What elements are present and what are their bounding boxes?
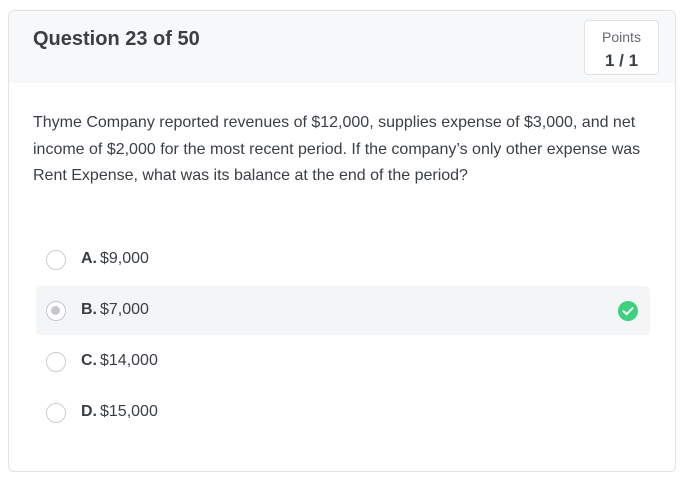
option-value: $14,000 bbox=[100, 352, 158, 369]
question-text: Thyme Company reported revenues of $12,0… bbox=[33, 114, 641, 185]
points-label: Points bbox=[602, 29, 641, 45]
answer-options: A. $9,000 B. $7,000 C. $14,000 D. $15,00… bbox=[36, 235, 650, 439]
option-value: $7,000 bbox=[100, 301, 149, 318]
option-letter: D. bbox=[81, 403, 97, 420]
option-value: $9,000 bbox=[100, 250, 149, 267]
option-value: $15,000 bbox=[100, 403, 158, 420]
option-letter: C. bbox=[81, 352, 97, 369]
option-letter: B. bbox=[81, 301, 97, 318]
points-box: Points 1 / 1 bbox=[584, 20, 659, 75]
check-circle-icon bbox=[618, 301, 638, 321]
option-letter: A. bbox=[81, 250, 97, 267]
points-value: 1 / 1 bbox=[604, 51, 639, 70]
answer-option-c[interactable]: C. $14,000 bbox=[36, 337, 650, 386]
radio-selected-dot bbox=[51, 306, 60, 315]
question-card: Question 23 of 50 Points 1 / 1 Thyme Com… bbox=[8, 10, 676, 472]
answer-option-d[interactable]: D. $15,000 bbox=[36, 388, 650, 437]
radio-button-c[interactable] bbox=[46, 352, 66, 372]
question-title: Question 23 of 50 bbox=[33, 28, 200, 50]
radio-button-a[interactable] bbox=[46, 250, 66, 270]
question-header: Question 23 of 50 Points 1 / 1 bbox=[9, 11, 675, 83]
answer-option-a[interactable]: A. $9,000 bbox=[36, 235, 650, 284]
radio-button-b[interactable] bbox=[46, 301, 66, 321]
answer-option-b[interactable]: B. $7,000 bbox=[36, 286, 650, 335]
radio-button-d[interactable] bbox=[46, 403, 66, 423]
